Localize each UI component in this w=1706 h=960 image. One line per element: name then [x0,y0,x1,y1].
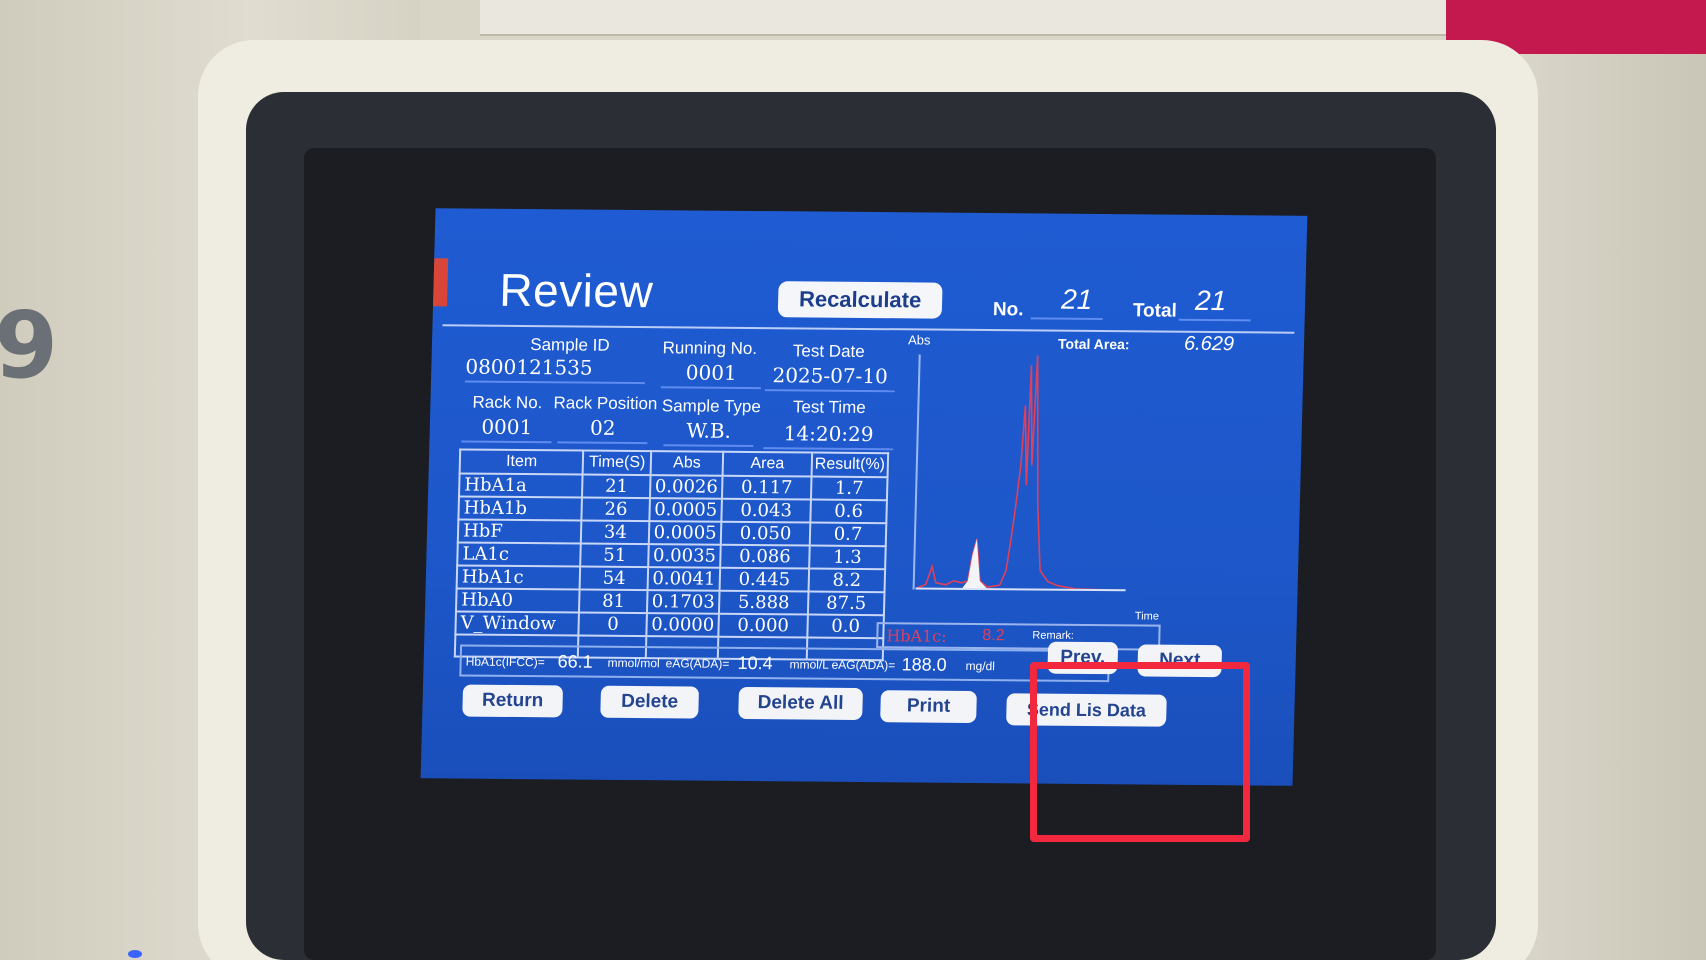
ifcc-value: 66.1 [557,651,593,672]
chromatogram-chart [912,354,1126,592]
cell-item: HbA0 [455,588,580,613]
recalculate-button[interactable]: Recalculate [777,281,943,319]
test-time-value: 14:20:29 [763,421,894,451]
results-table: Item Time(S) Abs Area Result(%) HbA1a 21… [454,448,889,661]
cell-area: 0.117 [721,475,812,500]
cell-area: 0.050 [720,521,811,546]
total-label: Total [1132,300,1178,322]
derived-values-bar: HbA1c(IFCC)= 66.1 mmol/mol eAG(ADA)= 10.… [459,644,1110,683]
delete-all-button[interactable]: Delete All [738,686,863,721]
highlight-box [1030,662,1250,842]
hba1c-remark-box: HbA1c: 8.2 Remark: [876,622,1161,651]
cell-result: 1.7 [810,476,888,501]
record-no-underline [1030,317,1103,321]
cell-item: LA1c [457,542,582,567]
trace-red [915,355,1116,592]
cell-abs: 0.0005 [649,498,722,522]
test-date-label: Test Date [792,341,865,361]
page-marker [432,258,449,307]
rack-no-label: Rack No. [472,392,543,413]
device-top-panel [480,0,1480,36]
delete-button[interactable]: Delete [600,685,700,719]
cell-time: 26 [581,497,651,522]
record-no-label: No. [992,299,1024,321]
cell-time: 0 [578,612,648,637]
test-date-value: 2025-07-10 [764,363,896,393]
rack-no-value: 0001 [461,414,553,444]
cell-time: 21 [582,474,651,499]
cell-result: 0.0 [807,614,884,639]
cell-abs: 0.0041 [647,567,721,591]
cell-item: HbA1c [456,565,581,590]
rack-position-value: 02 [557,415,649,445]
cell-area: 5.888 [718,590,809,615]
total-underline [1178,318,1251,322]
remark-label: Remark: [1032,629,1075,642]
cell-time: 54 [579,566,649,591]
eag-mg-label: eAG(ADA)= [831,657,896,673]
sample-id-label: Sample ID [530,335,610,355]
cell-result: 8.2 [808,568,886,593]
cell-area: 0.445 [719,567,810,592]
cell-abs: 0.0000 [646,613,719,637]
ifcc-label: HbA1c(IFCC)= [465,654,545,670]
test-time-label: Test Time [792,397,866,417]
eag-mg-unit: mg/dl [965,658,996,674]
cell-item: HbA1b [458,496,583,521]
return-button[interactable]: Return [462,684,564,718]
cell-area: 0.086 [720,544,810,569]
cell-time: 81 [579,589,648,614]
sample-id-value: 0800121535 [464,354,646,385]
sample-type-label: Sample Type [661,396,762,417]
column-header: Abs [650,451,724,476]
chart-y-axis [912,354,921,590]
cell-result: 0.7 [809,522,887,547]
cell-result: 87.5 [807,591,885,616]
cell-result: 1.3 [809,545,886,570]
print-button[interactable]: Print [880,690,977,724]
rack-position-label: Rack Position [553,393,658,414]
hba1c-label: HbA1c: [886,626,947,646]
cell-abs: 0.0026 [650,475,723,499]
running-no-value: 0001 [660,360,762,390]
page-title: Review [498,263,654,318]
eag-mmol-unit: mmol/L [789,657,830,672]
cell-item: HbA1a [458,473,583,498]
cell-abs: 0.0035 [648,544,721,568]
total-value: 21 [1194,284,1227,317]
column-header: Area [722,451,813,477]
eag-mmol-value: 10.4 [737,652,773,674]
eag-mmol-label: eAG(ADA)= [665,656,730,671]
header-divider [442,324,1295,334]
cell-area: 0.043 [721,498,811,523]
column-header: Item [459,449,584,475]
cell-result: 0.6 [810,499,887,524]
record-no-value: 21 [1060,283,1093,315]
chart-x-label: Time [1134,610,1160,623]
cell-item: HbF [457,519,582,544]
status-led [128,950,142,958]
cell-abs: 0.1703 [647,590,720,614]
eag-mg-value: 188.0 [901,654,947,675]
column-header: Time(S) [582,450,652,476]
ifcc-unit: mmol/mol [607,655,660,671]
column-header: Result(%) [811,452,889,478]
cell-area: 0.000 [718,613,808,638]
hba1c-value: 8.2 [982,627,1005,645]
running-no-label: Running No. [662,338,758,359]
cell-item: V_Window [455,611,580,636]
cell-time: 34 [581,520,650,545]
cell-time: 51 [580,543,649,568]
device-model-digit: 9 [0,292,59,399]
cell-abs: 0.0005 [648,521,722,545]
sample-type-value: W.B. [663,418,755,448]
